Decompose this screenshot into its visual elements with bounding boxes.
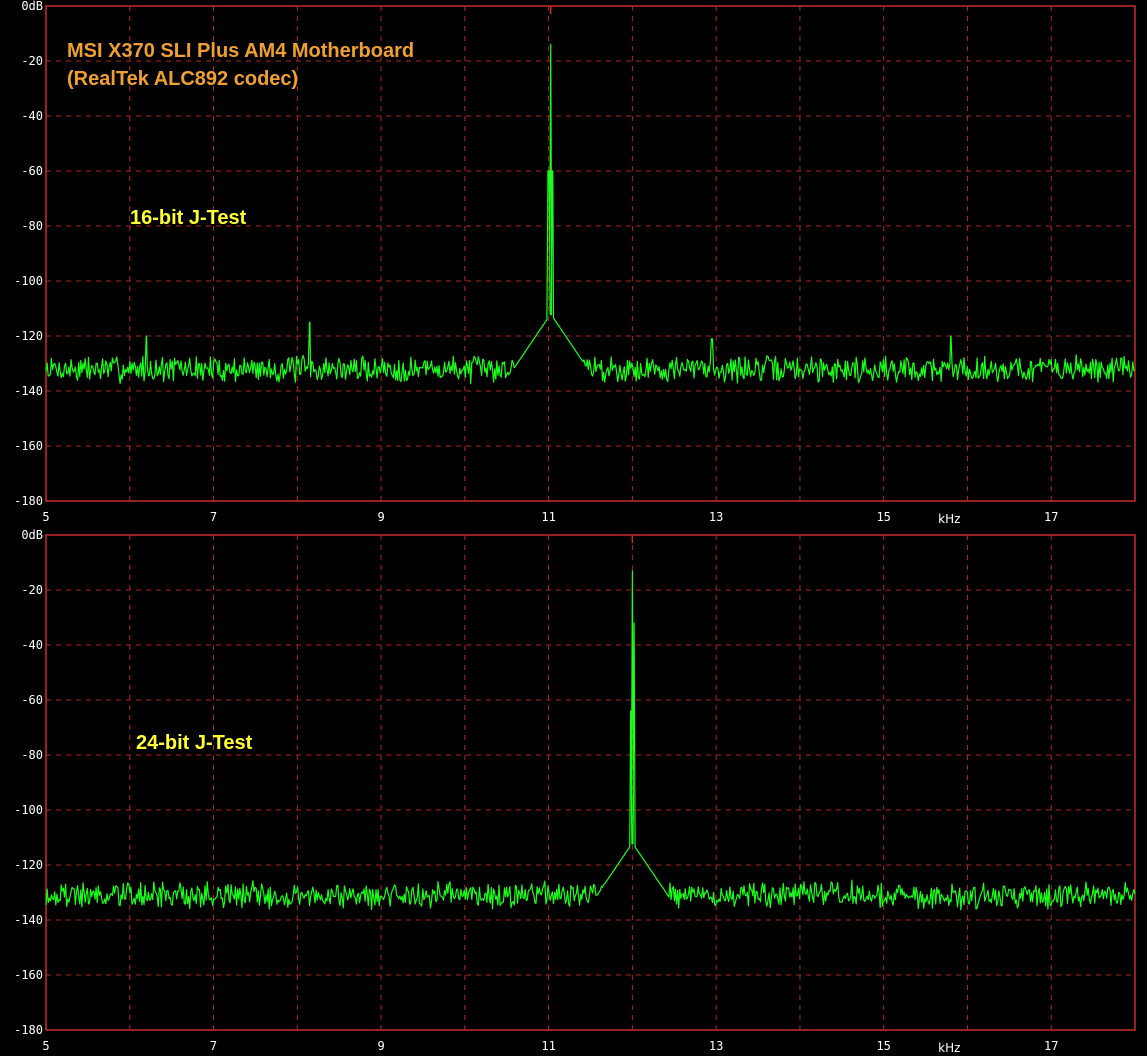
y-tick-label: -60: [21, 164, 43, 178]
x-tick-label: 7: [210, 510, 217, 524]
y-tick-label: -180: [14, 1023, 43, 1037]
y-tick-label: 0dB: [21, 528, 43, 542]
x-tick-label: 5: [42, 1039, 49, 1053]
y-tick-label: -40: [21, 109, 43, 123]
y-tick-label: -160: [14, 439, 43, 453]
y-tick-label: -60: [21, 693, 43, 707]
x-tick-label: 11: [541, 1039, 555, 1053]
y-tick-label: -20: [21, 54, 43, 68]
jtest-spectrum-chart: 0dB -20 -40 -60 -80 -100 -120 -140 -160 -180 5 7 9 11…: [14, 0, 1136, 1055]
x-unit-label: kHz: [938, 512, 960, 526]
chart-title-line2: (RealTek ALC892 codec): [67, 68, 298, 90]
y-tick-label: -120: [14, 858, 43, 872]
y-tick-label: -80: [21, 748, 43, 762]
panel-24bit: 0dB -20 -40 -60 -80 -100 -120 -140 -160 -180 5 7 9 11…: [14, 528, 1136, 1055]
y-tick-label: -100: [14, 274, 43, 288]
panel-label-24bit: 24-bit J-Test: [136, 732, 253, 754]
x-tick-label: 17: [1044, 1039, 1058, 1053]
x-tick-label: 9: [377, 510, 384, 524]
y-tick-label: -180: [14, 494, 43, 508]
y-tick-label: -100: [14, 803, 43, 817]
x-tick-label: 5: [42, 510, 49, 524]
y-tick-label: -120: [14, 329, 43, 343]
y-tick-label: 0dB: [21, 0, 43, 13]
chart-title-line1: MSI X370 SLI Plus AM4 Motherboard: [67, 40, 414, 62]
x-tick-label: 11: [541, 510, 555, 524]
plot-frame: [45, 534, 1136, 1031]
y-tick-label: -160: [14, 968, 43, 982]
y-tick-label: -80: [21, 219, 43, 233]
panel-label-16bit: 16-bit J-Test: [130, 207, 247, 229]
y-tick-label: -140: [14, 913, 43, 927]
x-unit-label: kHz: [938, 1041, 960, 1055]
x-tick-label: 17: [1044, 510, 1058, 524]
x-tick-label: 7: [210, 1039, 217, 1053]
x-tick-label: 13: [709, 1039, 723, 1053]
y-tick-label: -20: [21, 583, 43, 597]
x-tick-label: 13: [709, 510, 723, 524]
x-tick-label: 15: [876, 1039, 890, 1053]
x-tick-label: 15: [876, 510, 890, 524]
y-tick-label: -140: [14, 384, 43, 398]
x-tick-label: 9: [377, 1039, 384, 1053]
y-tick-label: -40: [21, 638, 43, 652]
